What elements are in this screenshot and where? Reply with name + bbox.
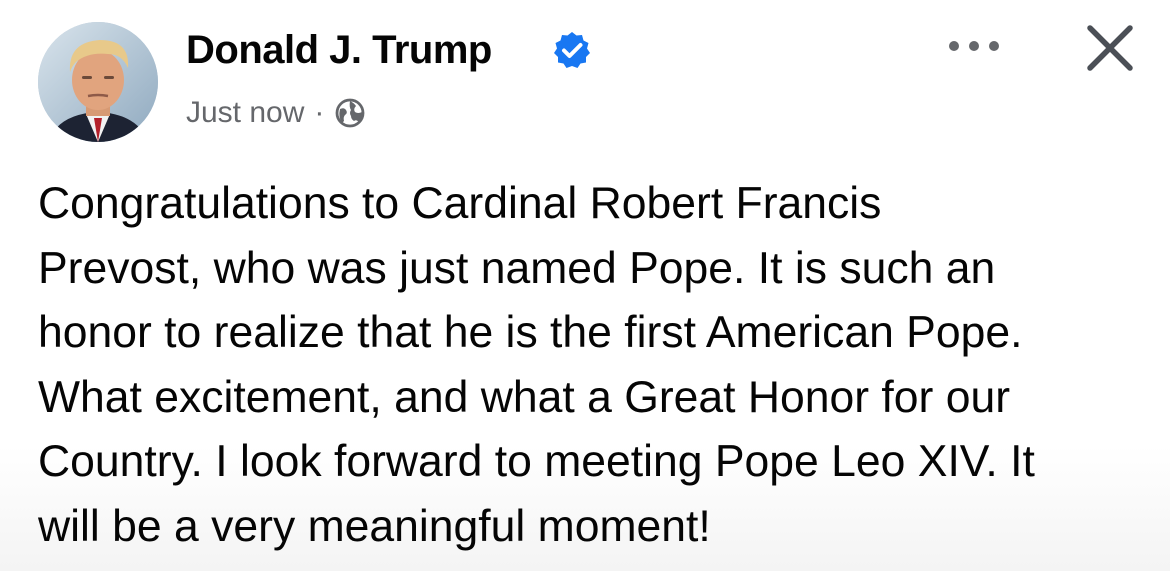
close-icon[interactable] <box>1082 20 1138 76</box>
post-timestamp[interactable]: Just now <box>186 96 304 130</box>
post-text-line: What excitement, and what a Great Honor … <box>38 372 1011 422</box>
post-card: Donald J. Trump Just now · Congratulatio… <box>0 0 1170 571</box>
post-text-line: will be a very meaningful moment! <box>38 501 711 551</box>
author-name[interactable]: Donald J. Trump <box>186 26 492 74</box>
verified-badge-icon <box>554 32 590 68</box>
meta-separator: · <box>314 96 325 129</box>
post-body-text: Congratulations to Cardinal Robert Franc… <box>38 172 1148 559</box>
post-text-line: Prevost, who was just named Pope. It is … <box>38 243 996 293</box>
avatar-photo <box>38 22 158 142</box>
globe-icon[interactable] <box>334 97 366 129</box>
post-text-line: Congratulations to Cardinal Robert Franc… <box>38 179 882 228</box>
post-meta: Just now · <box>186 92 366 134</box>
post-text-line: honor to realize that he is the first Am… <box>38 308 1023 357</box>
author-avatar[interactable] <box>38 22 158 142</box>
more-options-icon[interactable] <box>944 34 1004 58</box>
post-text-line: Country. I look forward to meeting Pope … <box>38 437 1035 486</box>
